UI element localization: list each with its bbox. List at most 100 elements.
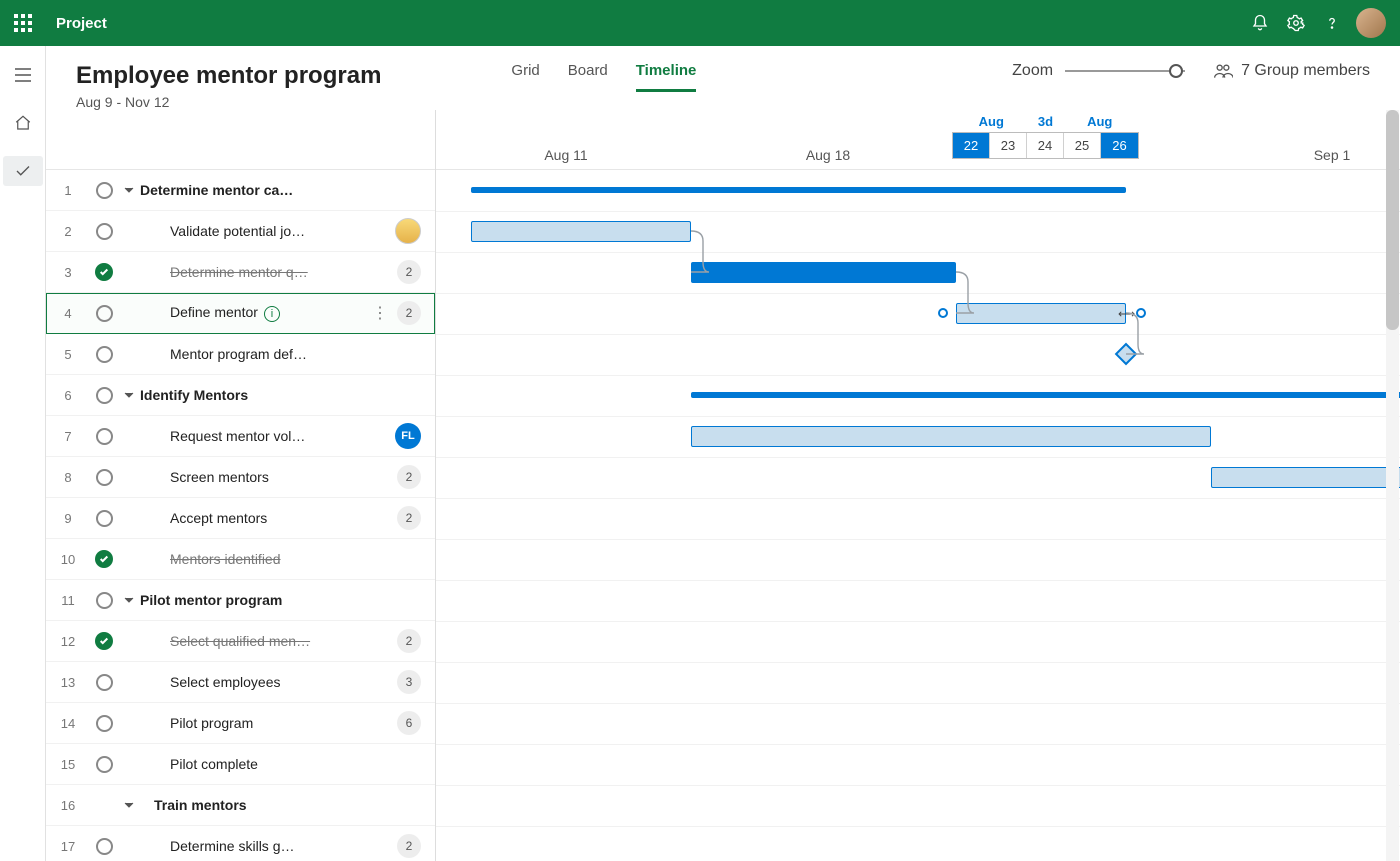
row-number: 15 bbox=[46, 757, 90, 772]
expand-caret-icon[interactable] bbox=[118, 185, 140, 195]
row-menu-icon[interactable]: ⋮ bbox=[371, 303, 389, 323]
timeline-header: Aug 11Aug 18Sep 1 Aug3dAug2223242526 bbox=[436, 110, 1400, 170]
row-number: 4 bbox=[46, 306, 90, 321]
task-row[interactable]: 17Determine skills g…2 bbox=[46, 826, 435, 861]
task-label: Accept mentors bbox=[140, 510, 397, 526]
task-row[interactable]: 5Mentor program def… bbox=[46, 334, 435, 375]
status-toggle[interactable] bbox=[90, 715, 118, 732]
tab-timeline[interactable]: Timeline bbox=[636, 62, 697, 92]
assignee-avatar[interactable] bbox=[395, 218, 421, 244]
expand-caret-icon[interactable] bbox=[118, 390, 140, 400]
gantt-chart[interactable]: Aug 11Aug 18Sep 1 Aug3dAug2223242526 ⟷ bbox=[436, 110, 1400, 861]
status-toggle[interactable] bbox=[90, 263, 118, 281]
task-list: 1Determine mentor ca…2Validate potential… bbox=[46, 110, 436, 861]
task-label: Select employees bbox=[140, 674, 397, 690]
checkmark-icon[interactable] bbox=[3, 156, 43, 186]
zoom-label: Zoom bbox=[1012, 62, 1053, 80]
status-toggle[interactable] bbox=[90, 510, 118, 527]
task-row[interactable]: 16Train mentors bbox=[46, 785, 435, 826]
status-toggle[interactable] bbox=[90, 592, 118, 609]
settings-icon[interactable] bbox=[1278, 5, 1314, 41]
status-toggle[interactable] bbox=[90, 182, 118, 199]
home-icon[interactable] bbox=[3, 108, 43, 138]
status-toggle[interactable] bbox=[90, 632, 118, 650]
summary-bar[interactable] bbox=[471, 187, 1126, 193]
status-toggle[interactable] bbox=[90, 387, 118, 404]
task-label: Determine mentor ca… bbox=[140, 182, 435, 198]
summary-bar[interactable] bbox=[691, 392, 1400, 398]
status-toggle[interactable] bbox=[90, 305, 118, 322]
zoom-control[interactable]: Zoom bbox=[1012, 62, 1185, 80]
timeline-tick: Aug 18 bbox=[806, 147, 850, 163]
row-number: 5 bbox=[46, 347, 90, 362]
group-members-button[interactable]: 7 Group members bbox=[1213, 62, 1370, 80]
task-row[interactable]: 12Select qualified men…2 bbox=[46, 621, 435, 662]
count-badge: 2 bbox=[397, 834, 421, 858]
date-cell[interactable]: 23 bbox=[990, 133, 1027, 158]
task-bar[interactable] bbox=[1211, 467, 1400, 488]
row-number: 14 bbox=[46, 716, 90, 731]
project-header: Employee mentor program Aug 9 - Nov 12 G… bbox=[46, 46, 1400, 110]
task-label: Identify Mentors bbox=[140, 387, 435, 403]
help-icon[interactable] bbox=[1314, 5, 1350, 41]
task-label: Pilot mentor program bbox=[140, 592, 435, 608]
bar-start-handle[interactable] bbox=[938, 308, 948, 318]
task-label: Screen mentors bbox=[140, 469, 397, 485]
tab-grid[interactable]: Grid bbox=[511, 62, 539, 92]
task-row[interactable]: 15 Pilot complete bbox=[46, 744, 435, 785]
scrollbar[interactable] bbox=[1386, 110, 1399, 861]
task-label: Mentors identified bbox=[140, 551, 435, 567]
task-row[interactable]: 11Pilot mentor program bbox=[46, 580, 435, 621]
project-dates: Aug 9 - Nov 12 bbox=[76, 94, 381, 110]
task-row[interactable]: 10Mentors identified bbox=[46, 539, 435, 580]
task-label: Select qualified men… bbox=[140, 633, 397, 649]
date-cell[interactable]: 22 bbox=[953, 133, 990, 158]
row-number: 13 bbox=[46, 675, 90, 690]
date-cell[interactable]: 25 bbox=[1064, 133, 1101, 158]
date-range-selector[interactable]: Aug3dAug2223242526 bbox=[952, 114, 1139, 159]
user-avatar[interactable] bbox=[1356, 8, 1386, 38]
app-launcher-icon[interactable] bbox=[14, 14, 32, 32]
view-tabs: Grid Board Timeline bbox=[511, 62, 696, 92]
task-row[interactable]: 9Accept mentors2 bbox=[46, 498, 435, 539]
tab-board[interactable]: Board bbox=[568, 62, 608, 92]
task-bar[interactable] bbox=[956, 303, 1126, 324]
task-row[interactable]: 6Identify Mentors bbox=[46, 375, 435, 416]
expand-caret-icon[interactable] bbox=[118, 800, 140, 810]
status-toggle[interactable] bbox=[90, 838, 118, 855]
expand-caret-icon[interactable] bbox=[118, 595, 140, 605]
bar-end-handle[interactable] bbox=[1136, 308, 1146, 318]
task-row[interactable]: 13Select employees3 bbox=[46, 662, 435, 703]
status-toggle[interactable] bbox=[90, 469, 118, 486]
row-number: 9 bbox=[46, 511, 90, 526]
task-bar[interactable] bbox=[691, 426, 1211, 447]
task-row[interactable]: 1Determine mentor ca… bbox=[46, 170, 435, 211]
status-toggle[interactable] bbox=[90, 223, 118, 240]
zoom-slider[interactable] bbox=[1065, 70, 1185, 72]
task-row[interactable]: 2Validate potential jo… bbox=[46, 211, 435, 252]
task-bar[interactable] bbox=[471, 221, 691, 242]
count-badge: 6 bbox=[397, 711, 421, 735]
task-bar[interactable] bbox=[691, 262, 956, 283]
status-toggle[interactable] bbox=[90, 346, 118, 363]
status-toggle[interactable] bbox=[90, 428, 118, 445]
status-toggle[interactable] bbox=[90, 550, 118, 568]
task-label: Pilot complete bbox=[140, 756, 435, 772]
assignee-avatar[interactable]: FL bbox=[395, 423, 421, 449]
date-cell[interactable]: 26 bbox=[1101, 133, 1138, 158]
task-row[interactable]: 7Request mentor vol…FL bbox=[46, 416, 435, 457]
status-toggle[interactable] bbox=[90, 674, 118, 691]
date-cell[interactable]: 24 bbox=[1027, 133, 1064, 158]
task-row[interactable]: 4Define mentori⋮2 bbox=[46, 293, 435, 334]
info-icon[interactable]: i bbox=[264, 306, 280, 322]
task-row[interactable]: 8Screen mentors2 bbox=[46, 457, 435, 498]
menu-icon[interactable] bbox=[3, 60, 43, 90]
status-toggle[interactable] bbox=[90, 756, 118, 773]
row-number: 2 bbox=[46, 224, 90, 239]
task-row[interactable]: 14Pilot program6 bbox=[46, 703, 435, 744]
task-row[interactable]: 3Determine mentor q…2 bbox=[46, 252, 435, 293]
notifications-icon[interactable] bbox=[1242, 5, 1278, 41]
datebox-label: Aug bbox=[979, 114, 1004, 129]
bar-resize-handle[interactable]: ⟷ bbox=[1118, 307, 1135, 321]
task-label: Request mentor vol… bbox=[140, 428, 395, 444]
